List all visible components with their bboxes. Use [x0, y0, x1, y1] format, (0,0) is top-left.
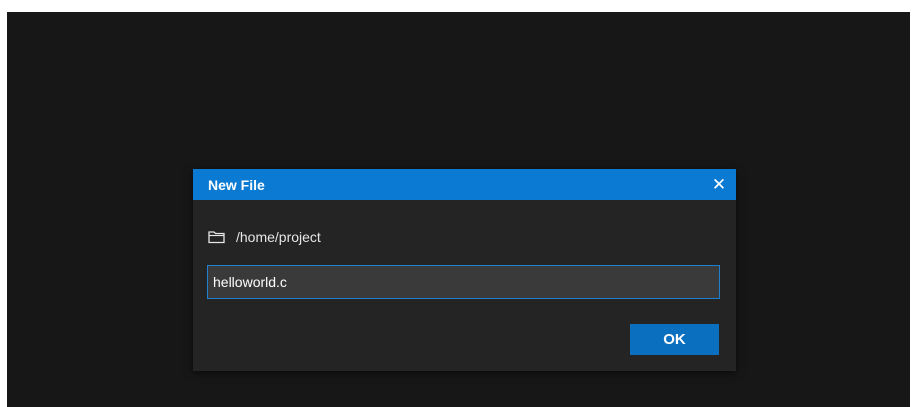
- directory-path-row: /home/project: [208, 229, 321, 245]
- new-file-dialog: New File ✕ /home/project OK: [193, 169, 736, 371]
- close-icon: ✕: [711, 174, 727, 194]
- dialog-title: New File: [208, 176, 265, 193]
- close-button[interactable]: ✕: [702, 169, 736, 200]
- filename-input[interactable]: [207, 265, 720, 299]
- dialog-titlebar: New File ✕: [193, 169, 736, 200]
- folder-icon: [208, 230, 226, 244]
- ok-button[interactable]: OK: [630, 324, 719, 355]
- directory-path: /home/project: [236, 229, 321, 245]
